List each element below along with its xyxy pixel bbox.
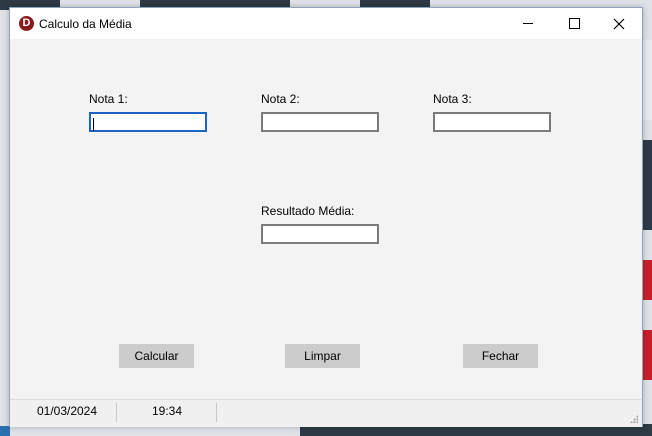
- resultado-input[interactable]: [261, 224, 379, 244]
- nota1-input[interactable]: [89, 112, 207, 132]
- nota3-label: Nota 3:: [433, 92, 472, 106]
- calcular-button[interactable]: Calcular: [119, 344, 194, 368]
- fechar-button[interactable]: Fechar: [463, 344, 538, 368]
- app-window: D Calculo da Média Nota 1: Nota 2: Nota …: [9, 7, 643, 427]
- nota3-input[interactable]: [433, 112, 551, 132]
- close-button[interactable]: [596, 8, 642, 39]
- nota2-label: Nota 2:: [261, 92, 300, 106]
- window-title: Calculo da Média: [39, 17, 132, 31]
- status-time: 19:34: [151, 404, 183, 418]
- background-shape: [0, 426, 10, 436]
- close-icon: [613, 18, 625, 29]
- minimize-icon: [523, 23, 533, 24]
- status-date: 01/03/2024: [36, 404, 98, 418]
- minimize-button[interactable]: [505, 8, 551, 39]
- title-bar[interactable]: D Calculo da Média: [10, 8, 642, 39]
- maximize-icon: [568, 18, 580, 29]
- text-caret: [93, 118, 94, 131]
- resize-grip-icon[interactable]: [630, 415, 638, 423]
- limpar-button[interactable]: Limpar: [285, 344, 360, 368]
- nota1-label: Nota 1:: [89, 92, 128, 106]
- status-bar: 01/03/2024 19:34: [10, 399, 642, 427]
- status-separator: [216, 403, 217, 422]
- resultado-label: Resultado Média:: [261, 204, 355, 218]
- maximize-button[interactable]: [551, 8, 597, 39]
- nota2-input[interactable]: [261, 112, 379, 132]
- app-icon[interactable]: D: [19, 16, 34, 31]
